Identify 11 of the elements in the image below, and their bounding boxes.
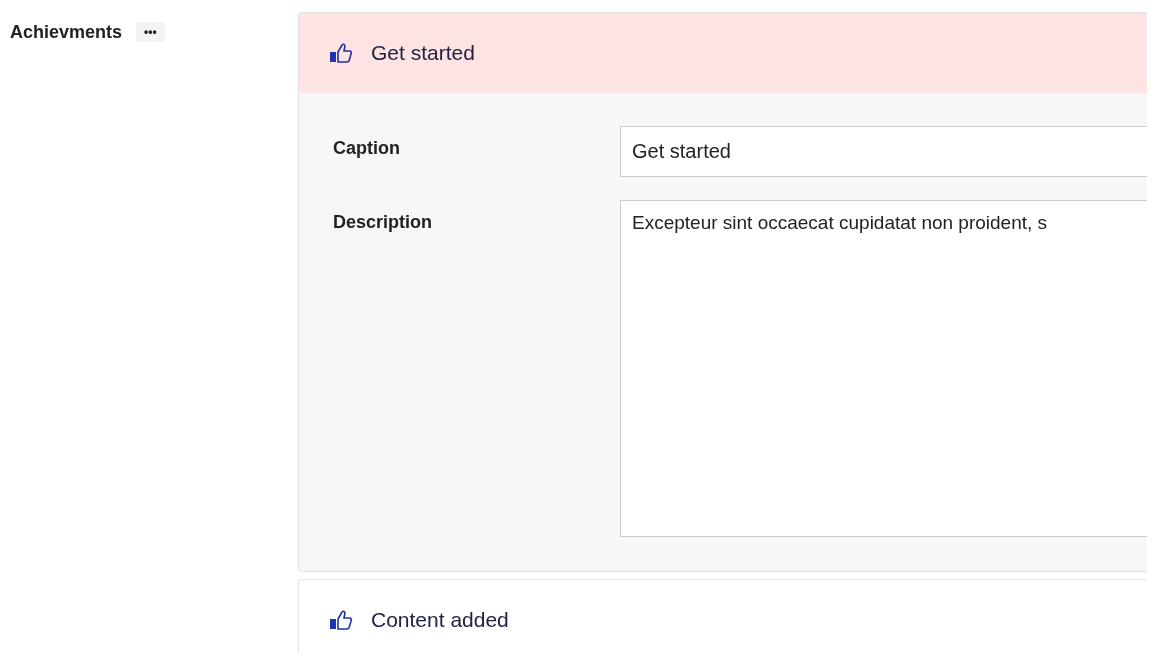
field-label: Caption [333,137,401,159]
section-label: Achievments [10,22,123,43]
thumbs-up-icon [329,42,353,64]
thumbs-up-icon [329,609,353,631]
field-label: Description [333,211,434,233]
description-field[interactable]: Excepteur sint occaecat cupidatat non proident, s [620,200,1147,537]
more-button[interactable]: ••• [136,22,165,42]
achievement-header[interactable]: Get started [299,13,1147,93]
achievement-title: Get started [371,41,475,65]
achievement-title: Content added [371,608,509,632]
caption-field[interactable]: Get started [620,126,1147,177]
